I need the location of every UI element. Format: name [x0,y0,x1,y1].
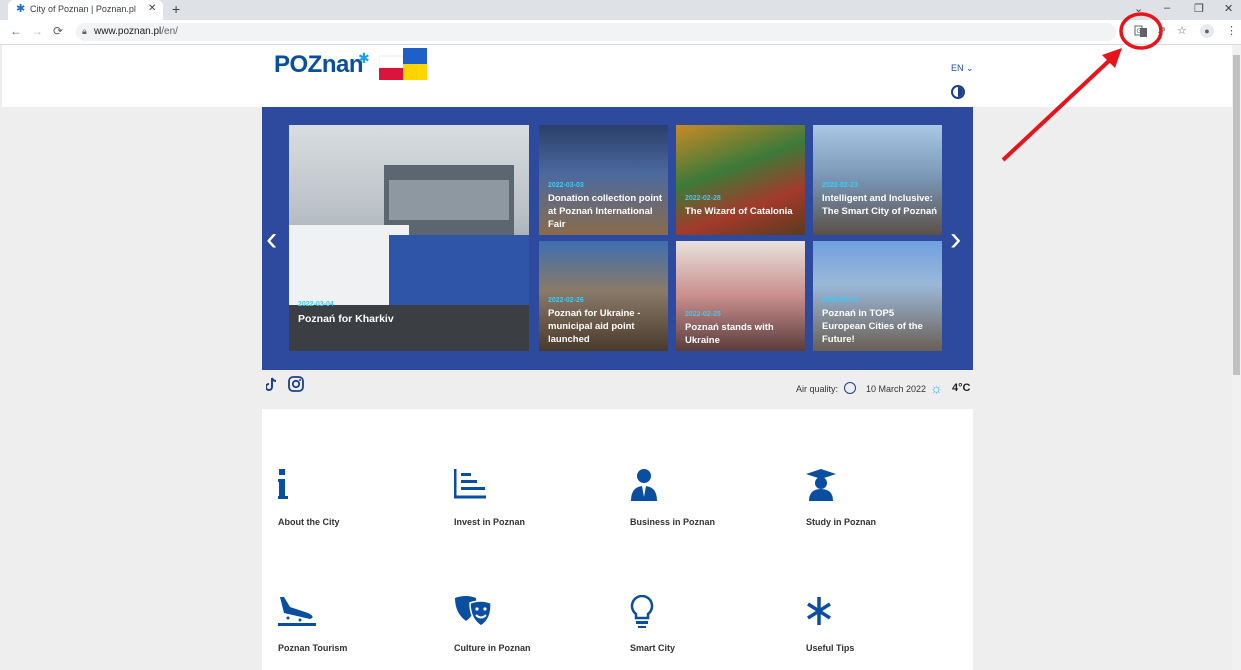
browser-tab-strip: ✱ City of Poznan | Poznan.pl ✕ + ⌄ – ❐ ✕ [0,0,1241,20]
ukraine-poland-flag-icon [379,48,427,80]
news-tile-main[interactable]: 2022-03-04 Poznań for Kharkiv [289,125,529,351]
categories-panel: About the City Invest in Poznan Business… [262,409,973,670]
plane-landing-icon [278,597,316,626]
category-label: Study in Poznan [806,517,877,527]
slider-prev-arrow-icon[interactable]: ‹ [266,222,277,256]
close-window-icon[interactable]: ✕ [1224,2,1233,15]
profile-icon[interactable]: ● [1200,24,1214,38]
news-title: The Wizard of Catalonia [685,206,793,217]
category-label: Smart City [630,643,676,653]
lightbulb-icon [630,595,654,628]
close-tab-icon[interactable]: ✕ [148,3,156,14]
news-date: 2022-02-23 [822,182,858,189]
news-tile-6[interactable]: 2022-02-22 Poznań in TOP5 European Citie… [813,241,942,351]
browser-toolbar: ← → ⟳ 🔒︎ www.poznan.pl/en/ G ⇗ ☆ ● ⋮ [0,20,1241,45]
category-label: About the City [278,517,340,527]
news-date: 2022-03-03 [548,182,584,189]
theatre-masks-icon [455,596,492,627]
weather-date: 10 March 2022 [866,384,927,394]
news-title: Donation collection point at Poznań Inte… [548,193,662,230]
back-icon[interactable]: ← [10,25,22,38]
web-page: POZnan ✱ EN ⌄ ‹ › 2022-03-04 Poznań for … [2,45,1232,670]
category-label: Business in Poznan [630,517,716,527]
news-date: 2022-02-28 [685,195,721,202]
news-tile-5[interactable]: 2022-02-25 Poznań stands with Ukraine [676,241,805,351]
forward-icon[interactable]: → [31,25,43,38]
news-tile-3[interactable]: 2022-02-23 Intelligent and Inclusive: Th… [813,125,942,235]
news-title: Intelligent and Inclusive: The Smart Cit… [822,193,938,217]
reload-icon[interactable]: ⟳ [53,25,63,38]
url-path: /en/ [161,26,178,37]
news-title: Poznań for Kharkiv [298,313,394,325]
svg-text:G: G [1137,28,1142,35]
slider-next-arrow-icon[interactable]: › [950,222,961,256]
news-tile-4[interactable]: 2022-02-26 Poznań for Ukraine - municipa… [539,241,668,351]
bookmark-star-icon[interactable]: ☆ [1177,25,1187,38]
category-label: Useful Tips [806,643,855,653]
air-quality-label: Air quality: [796,384,839,394]
new-tab-icon[interactable]: + [172,1,180,17]
translate-icon[interactable]: G [1134,24,1148,38]
tab-search-icon[interactable]: ⌄ [1134,2,1143,15]
sun-icon: ☼ [930,380,943,396]
asterisk-icon [807,597,831,625]
share-icon[interactable]: ⇗ [1157,25,1166,38]
menu-icon[interactable]: ⋮ [1226,25,1237,38]
air-quality-face-icon[interactable] [844,382,856,394]
contrast-toggle-icon[interactable] [951,85,965,99]
tiktok-icon[interactable] [266,377,278,391]
news-date: 2022-02-25 [685,311,721,318]
site-header [2,45,1232,107]
news-tile-2[interactable]: 2022-02-28 The Wizard of Catalonia [676,125,805,235]
address-bar[interactable]: 🔒︎ www.poznan.pl/en/ [76,23,1116,41]
category-label: Culture in Poznan [454,643,531,653]
news-tile-1[interactable]: 2022-03-03 Donation collection point at … [539,125,668,235]
minimize-icon[interactable]: – [1164,2,1170,14]
tab-title: City of Poznan | Poznan.pl [30,4,136,14]
browser-tab[interactable]: ✱ City of Poznan | Poznan.pl ✕ [8,0,163,20]
news-date: 2022-02-26 [548,297,584,304]
news-date: 2022-02-22 [822,297,858,304]
category-label: Invest in Poznan [454,517,526,527]
restore-icon[interactable]: ❐ [1194,2,1204,15]
news-title: Poznań in TOP5 European Cities of the Fu… [822,308,923,345]
news-title: Poznań for Ukraine - municipal aid point… [548,308,641,345]
graduate-icon [806,469,836,501]
url-host: www.poznan.pl [94,26,162,37]
news-title: Poznań stands with Ukraine [685,322,774,346]
chart-icon [454,469,486,499]
instagram-icon[interactable] [288,376,304,392]
page-scrollbar[interactable] [1232,45,1241,670]
info-icon [278,469,288,499]
language-selector[interactable]: EN ⌄ [951,63,974,74]
category-label: Poznan Tourism [278,643,348,653]
poznan-logo[interactable]: POZnan [274,51,364,79]
news-date: 2022-03-04 [298,301,334,308]
lock-icon[interactable]: 🔒︎ [82,26,87,37]
url-text[interactable]: www.poznan.pl/en/ [94,26,178,37]
logo-asterisk-icon: ✱ [358,50,370,66]
businessman-icon [631,469,657,501]
site-favicon-icon: ✱ [16,3,26,15]
news-slider: ‹ › 2022-03-04 Poznań for Kharkiv 2022-0… [262,107,973,370]
temperature: 4°C [952,382,971,394]
scrollbar-thumb[interactable] [1233,55,1240,375]
